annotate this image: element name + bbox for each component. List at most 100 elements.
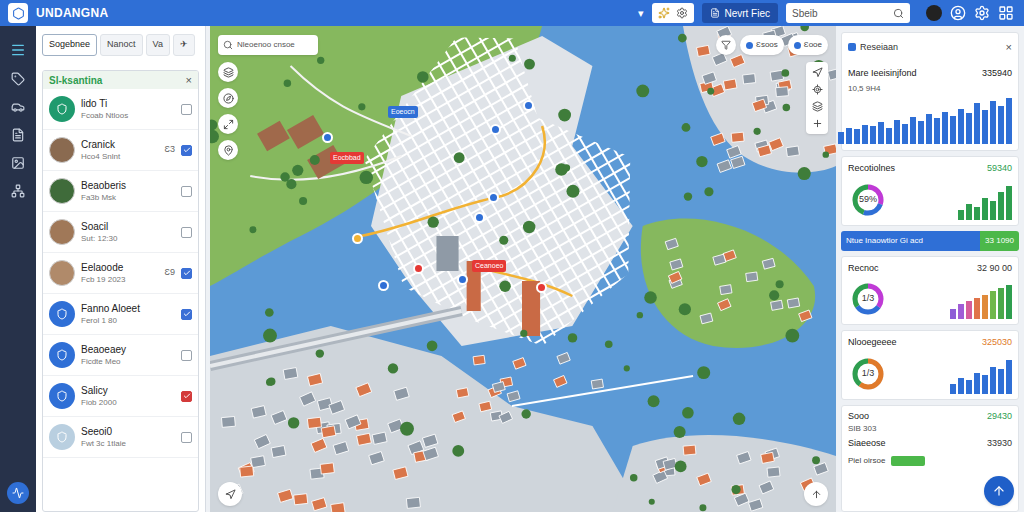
item-title: Soacil xyxy=(81,220,175,233)
nav-icon[interactable] xyxy=(11,100,25,114)
stat-card: Recotiolnes5934059% xyxy=(841,156,1019,226)
item-checkbox[interactable] xyxy=(181,145,192,156)
bar xyxy=(846,128,852,144)
nav-icon[interactable] xyxy=(11,184,25,198)
settings-icon[interactable] xyxy=(974,5,990,21)
item-subtitle: Fcoab Ntloos xyxy=(81,110,175,121)
recenter-button[interactable] xyxy=(218,482,242,506)
nav-icon[interactable] xyxy=(11,156,25,170)
map-side-icon[interactable] xyxy=(812,67,823,78)
list-item[interactable]: BeaoeaeyFicdte Meo xyxy=(43,335,198,376)
map-side-icon[interactable] xyxy=(812,84,823,95)
tab[interactable]: ✈ xyxy=(173,34,195,56)
map[interactable]: Nleoenoo cnsoe ƐsoosƐooe Eocbbad Ceanoeo Eoe… xyxy=(210,26,836,512)
item-checkbox[interactable] xyxy=(181,186,192,197)
list-item[interactable]: SalicyFiob 2000 xyxy=(43,376,198,417)
search-icon xyxy=(893,8,904,19)
map-tool-button[interactable] xyxy=(218,62,238,82)
bar xyxy=(998,192,1004,220)
floating-action-button[interactable] xyxy=(984,476,1014,506)
tab[interactable]: Va xyxy=(146,34,170,56)
item-checkbox[interactable] xyxy=(181,309,192,320)
item-checkbox[interactable] xyxy=(181,268,192,279)
item-checkbox[interactable] xyxy=(181,391,192,402)
summary-row: Siaeeose33930 xyxy=(848,437,1012,451)
bar xyxy=(1006,186,1012,220)
item-checkbox[interactable] xyxy=(181,432,192,443)
item-icon xyxy=(49,96,75,122)
nav-icon[interactable] xyxy=(11,128,25,142)
bar xyxy=(966,204,972,219)
list-item[interactable]: Fanno AloeetFerol 1 80 xyxy=(43,294,198,335)
map-label-pin[interactable]: Eocbbad xyxy=(330,152,364,164)
map-canvas[interactable] xyxy=(210,26,836,512)
menu-icon[interactable] xyxy=(10,42,26,58)
nav-rail xyxy=(0,26,36,512)
stat-card: Recnoc32 90 001/3 xyxy=(841,256,1019,326)
map-label-pin[interactable]: Ceanoeo xyxy=(472,260,506,272)
search-field[interactable]: Sbeib xyxy=(786,3,910,23)
map-side-icon[interactable] xyxy=(812,101,823,112)
map-pin[interactable] xyxy=(322,132,333,143)
item-icon xyxy=(49,301,75,327)
item-title: Cranick xyxy=(81,138,159,151)
list-item[interactable]: lido TiFcoab Ntloos xyxy=(43,89,198,130)
map-tool-button[interactable] xyxy=(218,88,238,108)
map-pin[interactable] xyxy=(413,263,424,274)
tab[interactable]: Sogebnee xyxy=(42,34,97,56)
progress-button[interactable] xyxy=(891,456,925,466)
map-pin[interactable] xyxy=(490,124,501,135)
nav-icon[interactable] xyxy=(11,72,25,86)
bar xyxy=(982,110,988,144)
list-item[interactable]: Seeoi0Fwt 3c 1tlaie xyxy=(43,417,198,458)
status-icon[interactable] xyxy=(926,5,942,21)
map-search[interactable]: Nleoenoo cnsoe xyxy=(218,35,318,55)
list-item[interactable]: SoacilSut: 12:30 xyxy=(43,212,198,253)
list-item[interactable]: BeaoberisFa3b Msk xyxy=(43,171,198,212)
map-tool-button[interactable] xyxy=(218,114,238,134)
map-pin[interactable] xyxy=(523,100,534,111)
item-subtitle: Fcb 19 2023 xyxy=(81,274,159,285)
map-pin[interactable] xyxy=(378,280,389,291)
tab-bar: SogebneeNanoctVa✈ xyxy=(42,34,199,56)
map-pin[interactable] xyxy=(536,282,547,293)
map-pin[interactable] xyxy=(488,192,499,203)
item-icon xyxy=(49,342,75,368)
bar-chart xyxy=(848,98,1012,144)
item-checkbox[interactable] xyxy=(181,350,192,361)
banner: Ntue Inaowtior Gi acd33 1090 xyxy=(841,231,1019,251)
item-checkbox[interactable] xyxy=(181,104,192,115)
list-header: Sl-ksantina× xyxy=(43,71,198,89)
close-button[interactable]: × xyxy=(186,72,192,89)
top-bar: UNDANGNA▾Nevrt FiecSbeib xyxy=(0,0,1024,26)
grid-icon[interactable] xyxy=(998,5,1014,21)
map-pin[interactable] xyxy=(352,233,363,244)
user-icon[interactable] xyxy=(950,5,966,21)
bar xyxy=(958,109,964,144)
map-chip[interactable]: Ɛooe xyxy=(788,35,828,55)
bar xyxy=(934,118,940,144)
map-pin[interactable] xyxy=(474,212,485,223)
close-button[interactable]: × xyxy=(1006,39,1012,56)
item-icon xyxy=(49,383,75,409)
quick-tools[interactable] xyxy=(652,3,694,23)
map-tool-button[interactable] xyxy=(218,140,238,160)
bar xyxy=(966,380,972,393)
map-side-icon[interactable] xyxy=(812,118,823,129)
help-button[interactable] xyxy=(7,482,29,504)
filter-button[interactable] xyxy=(716,35,736,55)
list-item[interactable]: CranickHco4 SnlntƐ3 xyxy=(43,130,198,171)
item-checkbox[interactable] xyxy=(181,227,192,238)
map-label-pin[interactable]: Eoeocn xyxy=(388,106,418,118)
north-button[interactable] xyxy=(804,482,828,506)
map-chips: ƐsoosƐooe xyxy=(716,35,828,55)
map-pin[interactable] xyxy=(457,274,468,285)
tab[interactable]: Nanoct xyxy=(100,34,143,56)
action-button[interactable]: Nevrt Fiec xyxy=(702,3,778,23)
map-chip[interactable]: Ɛsoos xyxy=(740,35,784,55)
item-subtitle: Ferol 1 80 xyxy=(81,315,175,326)
bar xyxy=(926,114,932,144)
list-item[interactable]: EelaoodeFcb 19 2023Ɛ9 xyxy=(43,253,198,294)
bar xyxy=(958,378,964,393)
dropdown-toggle[interactable]: ▾ xyxy=(638,5,644,22)
